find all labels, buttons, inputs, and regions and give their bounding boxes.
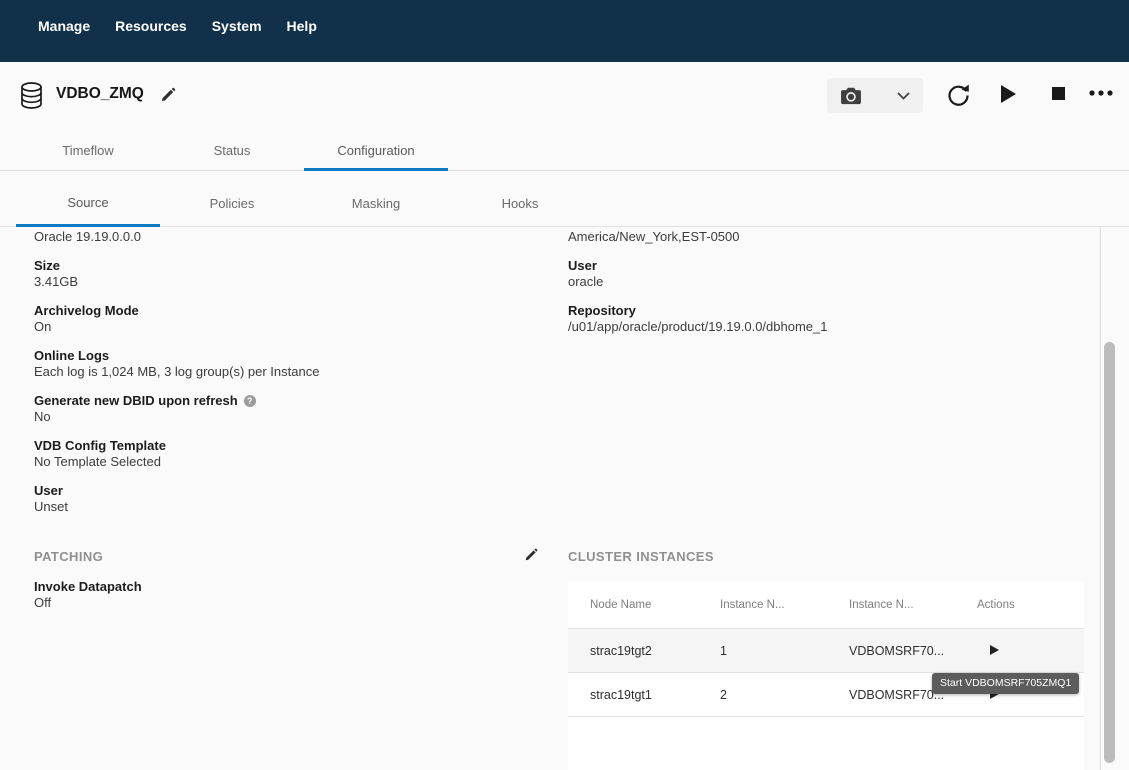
snapshot-button-group[interactable] bbox=[827, 78, 923, 113]
field-user-right: User oracle bbox=[568, 258, 1078, 290]
field-value: Each log is 1,024 MB, 3 log group(s) per… bbox=[34, 364, 524, 380]
more-actions-icon[interactable] bbox=[1089, 90, 1113, 96]
configuration-subtabs: Source Policies Masking Hooks bbox=[0, 171, 1129, 227]
content-pane: Oracle 19.19.0.0.0 Size 3.41GB Archivelo… bbox=[0, 227, 1129, 770]
cell-node-name: strac19tgt1 bbox=[568, 688, 720, 702]
field-value: America/New_York,EST-0500 bbox=[568, 229, 1078, 245]
field-timezone: America/New_York,EST-0500 bbox=[568, 229, 1078, 245]
field-label: Repository bbox=[568, 303, 1078, 319]
cell-actions bbox=[977, 644, 1084, 658]
field-repository: Repository /u01/app/oracle/product/19.19… bbox=[568, 303, 1078, 335]
patching-section: PATCHING Invoke Datapatch Off bbox=[34, 549, 534, 624]
table-row: strac19tgt2 1 VDBOMSRF70... bbox=[568, 629, 1084, 673]
start-instance-icon[interactable] bbox=[990, 645, 999, 655]
top-navbar: Manage Resources System Help bbox=[0, 0, 1129, 62]
start-instance-tooltip: Start VDBOMSRF705ZMQ1 bbox=[932, 673, 1079, 694]
field-label: Invoke Datapatch bbox=[34, 579, 534, 595]
source-details-left-column: Oracle 19.19.0.0.0 Size 3.41GB Archivelo… bbox=[34, 229, 524, 528]
field-label: User bbox=[34, 483, 524, 499]
field-label: Online Logs bbox=[34, 348, 524, 364]
nav-item-manage[interactable]: Manage bbox=[38, 18, 90, 62]
column-header-node-name: Node Name bbox=[568, 599, 720, 611]
field-invoke-datapatch: Invoke Datapatch Off bbox=[34, 579, 534, 611]
subtab-masking[interactable]: Masking bbox=[304, 171, 448, 227]
main-tabs: Timeflow Status Configuration bbox=[0, 131, 1129, 171]
cluster-instances-section-title: CLUSTER INSTANCES bbox=[568, 549, 714, 564]
field-label: VDB Config Template bbox=[34, 438, 524, 454]
field-db-version: Oracle 19.19.0.0.0 bbox=[34, 229, 524, 245]
field-value: No bbox=[34, 409, 524, 425]
field-value: On bbox=[34, 319, 524, 335]
subtab-hooks[interactable]: Hooks bbox=[448, 171, 592, 227]
subtab-policies[interactable]: Policies bbox=[160, 171, 304, 227]
start-icon[interactable] bbox=[1000, 85, 1016, 103]
field-vdb-config-template: VDB Config Template No Template Selected bbox=[34, 438, 524, 470]
source-details-right-column: America/New_York,EST-0500 User oracle Re… bbox=[568, 229, 1078, 348]
field-user-left: User Unset bbox=[34, 483, 524, 515]
refresh-icon[interactable] bbox=[946, 83, 971, 108]
cell-instance-number: 2 bbox=[720, 688, 849, 702]
stop-icon[interactable] bbox=[1052, 87, 1065, 100]
field-size: Size 3.41GB bbox=[34, 258, 524, 290]
tab-configuration[interactable]: Configuration bbox=[304, 131, 448, 171]
subtab-source[interactable]: Source bbox=[16, 171, 160, 227]
camera-icon[interactable] bbox=[840, 86, 862, 105]
scrollbar-track-border bbox=[1100, 227, 1101, 770]
cell-instance-name: VDBOMSRF70... bbox=[849, 644, 977, 658]
toolbar bbox=[0, 62, 1129, 131]
cell-instance-number: 1 bbox=[720, 644, 849, 658]
field-value: Oracle 19.19.0.0.0 bbox=[34, 229, 524, 245]
nav-item-help[interactable]: Help bbox=[287, 18, 317, 62]
field-value: oracle bbox=[568, 274, 1078, 290]
column-header-actions: Actions bbox=[977, 599, 1084, 611]
field-value: No Template Selected bbox=[34, 454, 524, 470]
field-label: User bbox=[568, 258, 1078, 274]
cell-node-name: strac19tgt2 bbox=[568, 644, 720, 658]
field-label: Generate new DBID upon refresh bbox=[34, 393, 238, 409]
field-label: Size bbox=[34, 258, 524, 274]
field-generate-new-dbid: Generate new DBID upon refresh ? No bbox=[34, 393, 524, 425]
column-header-instance-name: Instance N... bbox=[849, 599, 977, 611]
edit-patching-icon[interactable] bbox=[524, 547, 539, 562]
scrollbar-thumb[interactable] bbox=[1104, 342, 1115, 763]
help-icon[interactable]: ? bbox=[244, 395, 256, 407]
field-value: Off bbox=[34, 595, 534, 611]
field-value: Unset bbox=[34, 499, 524, 515]
nav-item-resources[interactable]: Resources bbox=[115, 18, 187, 62]
column-header-instance-number: Instance N... bbox=[720, 599, 849, 611]
field-value: /u01/app/oracle/product/19.19.0.0/dbhome… bbox=[568, 319, 1078, 335]
field-value: 3.41GB bbox=[34, 274, 524, 290]
field-archivelog-mode: Archivelog Mode On bbox=[34, 303, 524, 335]
page-header: VDBO_ZMQ bbox=[0, 62, 1129, 131]
field-online-logs: Online Logs Each log is 1,024 MB, 3 log … bbox=[34, 348, 524, 380]
tab-status[interactable]: Status bbox=[160, 131, 304, 171]
tab-timeflow[interactable]: Timeflow bbox=[16, 131, 160, 171]
field-label: Archivelog Mode bbox=[34, 303, 524, 319]
table-header-row: Node Name Instance N... Instance N... Ac… bbox=[568, 581, 1084, 629]
nav-item-system[interactable]: System bbox=[212, 18, 262, 62]
chevron-down-icon[interactable] bbox=[897, 92, 910, 100]
patching-section-title: PATCHING bbox=[34, 549, 534, 564]
